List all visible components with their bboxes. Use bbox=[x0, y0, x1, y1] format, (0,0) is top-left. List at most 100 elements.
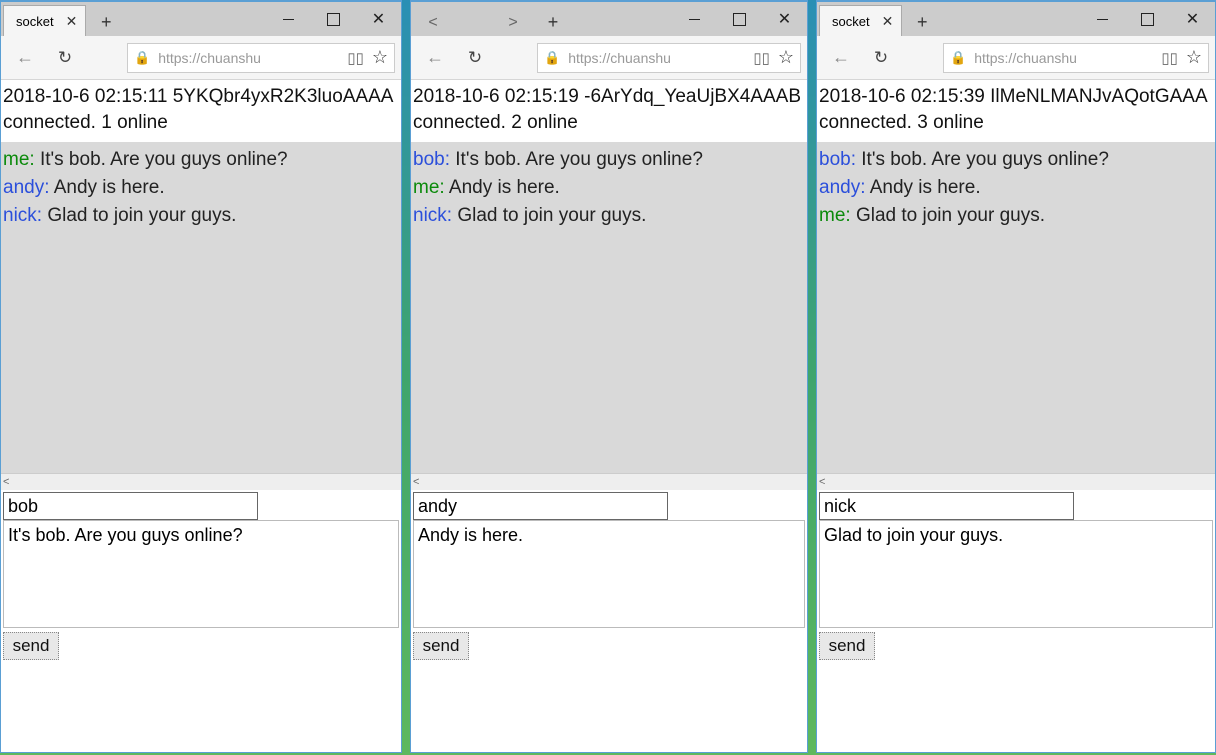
chat-text: It's bob. Are you guys online? bbox=[35, 149, 288, 170]
chat-text: Andy is here. bbox=[49, 177, 164, 198]
address-bar-row: ← ↻ 🔒 https://chuanshu ▯▯ ☆ bbox=[817, 36, 1215, 80]
chat-message: bob: It's bob. Are you guys online? bbox=[413, 146, 805, 174]
browser-tab[interactable]: socket ✕ bbox=[819, 5, 902, 36]
browser-window-3: socket ✕ + ✕ ← ↻ 🔒 https://chuanshu ▯▯ ☆… bbox=[816, 0, 1216, 753]
url-box[interactable]: 🔒 https://chuanshu ▯▯ ☆ bbox=[127, 43, 395, 73]
status-line-1: 2018-10-6 02:15:11 5YKQbr4yxR2K3luoAAAA bbox=[3, 84, 399, 110]
window-controls: ✕ bbox=[266, 2, 401, 36]
tabstrip: < > + bbox=[411, 2, 672, 36]
minimize-button[interactable] bbox=[266, 2, 311, 36]
chat-message: andy: Andy is here. bbox=[3, 174, 399, 202]
message-input[interactable] bbox=[413, 520, 805, 628]
url-text: https://chuanshu bbox=[974, 50, 1153, 66]
chat-text: Andy is here. bbox=[445, 177, 560, 198]
username-input[interactable] bbox=[3, 492, 258, 520]
browser-window-1: socket ✕ + ✕ ← ↻ 🔒 https://chuanshu ▯▯ ☆… bbox=[0, 0, 402, 753]
back-button[interactable]: ← bbox=[823, 40, 859, 76]
tabstrip: socket ✕ + bbox=[817, 2, 1080, 36]
chat-message: nick: Glad to join your guys. bbox=[413, 202, 805, 230]
chat-sender: bob: bbox=[413, 149, 450, 170]
close-tab-icon[interactable]: ✕ bbox=[882, 13, 894, 30]
message-input[interactable] bbox=[3, 520, 399, 628]
address-bar-row: ← ↻ 🔒 https://chuanshu ▯▯ ☆ bbox=[411, 36, 807, 80]
new-tab-button[interactable]: + bbox=[902, 5, 942, 36]
close-window-button[interactable]: ✕ bbox=[762, 2, 807, 36]
chat-text: Glad to join your guys. bbox=[851, 205, 1045, 226]
message-input[interactable] bbox=[819, 520, 1213, 628]
lock-icon: 🔒 bbox=[134, 50, 150, 66]
chat-sender: me: bbox=[3, 149, 35, 170]
horizontal-scrollbar[interactable]: < bbox=[817, 473, 1215, 490]
chat-text: Andy is here. bbox=[865, 177, 980, 198]
titlebar: socket ✕ + ✕ bbox=[1, 2, 401, 36]
back-button[interactable]: ← bbox=[417, 40, 453, 76]
close-window-button[interactable]: ✕ bbox=[1170, 2, 1215, 36]
chat-text: It's bob. Are you guys online? bbox=[450, 149, 703, 170]
status-text: 2018-10-6 02:15:11 5YKQbr4yxR2K3luoAAAA … bbox=[1, 80, 401, 142]
refresh-button[interactable]: ↻ bbox=[47, 40, 83, 76]
url-text: https://chuanshu bbox=[158, 50, 339, 66]
tab-label: socket bbox=[832, 14, 870, 29]
minimize-button[interactable] bbox=[1080, 2, 1125, 36]
status-text: 2018-10-6 02:15:19 -6ArYdq_YeaUjBX4AAAB … bbox=[411, 80, 807, 142]
chat-text: Glad to join your guys. bbox=[452, 205, 646, 226]
chat-sender: me: bbox=[819, 205, 851, 226]
status-line-2: connected. 1 online bbox=[3, 110, 399, 136]
horizontal-scrollbar[interactable]: < bbox=[411, 473, 807, 490]
chat-message: bob: It's bob. Are you guys online? bbox=[819, 146, 1213, 174]
chat-sender: andy: bbox=[819, 177, 865, 198]
username-input[interactable] bbox=[413, 492, 668, 520]
send-button[interactable]: send bbox=[413, 632, 469, 660]
maximize-button[interactable] bbox=[311, 2, 356, 36]
username-input[interactable] bbox=[819, 492, 1074, 520]
status-line-1: 2018-10-6 02:15:39 IlMeNLMANJvAQotGAAA bbox=[819, 84, 1213, 110]
reading-view-icon[interactable]: ▯▯ bbox=[347, 49, 364, 67]
status-line-2: connected. 3 online bbox=[819, 110, 1213, 136]
chat-sender: nick: bbox=[413, 205, 452, 226]
back-button[interactable]: ← bbox=[7, 40, 43, 76]
browser-tab[interactable]: socket ✕ bbox=[3, 5, 86, 36]
lock-icon: 🔒 bbox=[544, 50, 560, 66]
chat-log: me: It's bob. Are you guys online?andy: … bbox=[1, 142, 401, 490]
close-window-button[interactable]: ✕ bbox=[356, 2, 401, 36]
tabstrip: socket ✕ + bbox=[1, 2, 266, 36]
new-tab-button[interactable]: + bbox=[533, 5, 573, 36]
reading-view-icon[interactable]: ▯▯ bbox=[753, 49, 770, 67]
chat-text: Glad to join your guys. bbox=[42, 205, 236, 226]
chat-sender: nick: bbox=[3, 205, 42, 226]
chat-sender: bob: bbox=[819, 149, 856, 170]
favorite-icon[interactable]: ☆ bbox=[778, 47, 794, 68]
url-box[interactable]: 🔒 https://chuanshu ▯▯ ☆ bbox=[943, 43, 1209, 73]
window-controls: ✕ bbox=[672, 2, 807, 36]
new-tab-button[interactable]: + bbox=[86, 5, 126, 36]
titlebar: socket ✕ + ✕ bbox=[817, 2, 1215, 36]
send-button[interactable]: send bbox=[3, 632, 59, 660]
favorite-icon[interactable]: ☆ bbox=[1186, 47, 1202, 68]
horizontal-scrollbar[interactable]: < bbox=[1, 473, 401, 490]
close-tab-icon[interactable]: ✕ bbox=[66, 13, 78, 30]
maximize-button[interactable] bbox=[717, 2, 762, 36]
chat-log: bob: It's bob. Are you guys online?andy:… bbox=[817, 142, 1215, 490]
url-text: https://chuanshu bbox=[568, 50, 745, 66]
tab-forward-button[interactable]: > bbox=[493, 5, 533, 36]
status-text: 2018-10-6 02:15:39 IlMeNLMANJvAQotGAAA c… bbox=[817, 80, 1215, 142]
status-line-1: 2018-10-6 02:15:19 -6ArYdq_YeaUjBX4AAAB bbox=[413, 84, 805, 110]
status-line-2: connected. 2 online bbox=[413, 110, 805, 136]
chat-message: me: Glad to join your guys. bbox=[819, 202, 1213, 230]
maximize-button[interactable] bbox=[1125, 2, 1170, 36]
url-box[interactable]: 🔒 https://chuanshu ▯▯ ☆ bbox=[537, 43, 801, 73]
chat-message: nick: Glad to join your guys. bbox=[3, 202, 399, 230]
tab-back-button[interactable]: < bbox=[413, 5, 453, 36]
chat-message: andy: Andy is here. bbox=[819, 174, 1213, 202]
refresh-button[interactable]: ↻ bbox=[863, 40, 899, 76]
chat-message: me: It's bob. Are you guys online? bbox=[3, 146, 399, 174]
chat-text: It's bob. Are you guys online? bbox=[856, 149, 1109, 170]
tab-label: socket bbox=[16, 14, 54, 29]
refresh-button[interactable]: ↻ bbox=[457, 40, 493, 76]
titlebar: < > + ✕ bbox=[411, 2, 807, 36]
send-button[interactable]: send bbox=[819, 632, 875, 660]
minimize-button[interactable] bbox=[672, 2, 717, 36]
reading-view-icon[interactable]: ▯▯ bbox=[1161, 49, 1178, 67]
favorite-icon[interactable]: ☆ bbox=[372, 47, 388, 68]
chat-message: me: Andy is here. bbox=[413, 174, 805, 202]
